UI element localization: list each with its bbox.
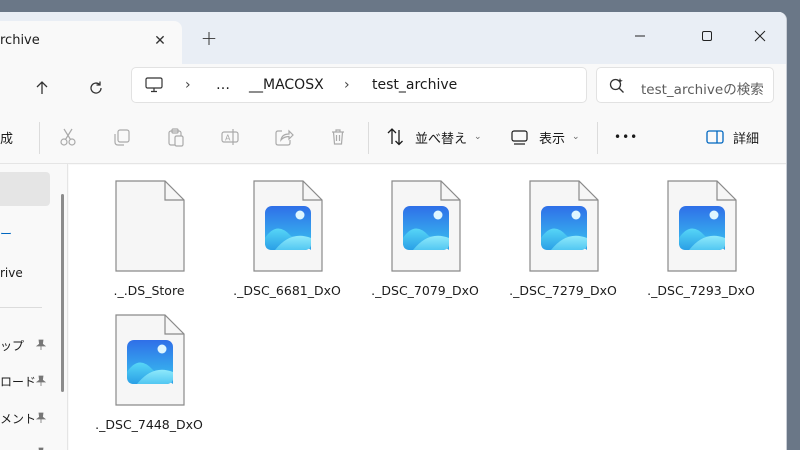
tab-title: rchive [0,33,40,48]
arrow-up-icon [36,81,48,94]
command-bar: 成 A 並べ替え ⌄ 表示 ⌄ ••• 詳細 [0,110,786,164]
cut-button[interactable] [58,123,78,151]
file-name: ._DSC_7079_DxO [371,283,479,298]
sort-button[interactable]: 並べ替え ⌄ [386,123,482,151]
computer-icon [145,77,163,93]
refresh-button[interactable] [80,72,112,104]
minimize-icon [635,35,645,37]
sidebar-item-desktop[interactable]: ップ [0,337,24,354]
pin-icon [35,412,47,423]
file-name: ._DSC_6681_DxO [233,283,341,298]
maximize-icon [702,31,712,41]
toolbar-divider [39,122,40,154]
file-name: ._DSC_7293_DxO [647,283,755,298]
file-icon [115,180,185,272]
file-item[interactable]: ._.DS_Store [80,165,218,299]
sidebar-item-archive[interactable]: rive [0,266,23,280]
rename-button[interactable]: A [220,123,240,151]
details-pane-icon [706,130,724,144]
image-file-icon [391,180,461,272]
pin-icon [35,339,47,350]
new-tab-button[interactable]: + [197,27,221,51]
file-item[interactable]: ._DSC_7293_DxO [632,165,770,299]
share-icon [275,129,294,146]
view-icon [511,130,528,145]
file-name: ._DSC_7279_DxO [509,283,617,298]
image-file-icon [253,180,323,272]
search-icon [609,78,624,93]
minimize-button[interactable] [617,20,663,52]
sidebar-item-pictures[interactable]: ャ [0,445,12,450]
breadcrumb-overflow[interactable]: … [216,77,230,93]
sidebar-item-selected[interactable] [0,172,50,206]
rename-icon: A [221,129,239,145]
delete-button[interactable] [328,123,348,151]
image-file-icon [667,180,737,272]
chevron-down-icon: ⌄ [474,132,482,142]
toolbar-divider [368,122,369,154]
paste-icon [168,128,184,147]
file-item[interactable]: ._DSC_7448_DxO [80,299,218,433]
sidebar-item-downloads[interactable]: ロード [0,373,36,390]
address-bar[interactable]: › … __MACOSX › test_archive [131,67,587,103]
navigation-pane: ー rive ップ ロード メント ャ [0,164,68,450]
pin-icon [35,375,47,386]
toolbar-divider [597,122,598,154]
breadcrumb-test-archive[interactable]: test_archive [372,77,457,93]
up-button[interactable] [26,72,58,104]
file-name: ._.DS_Store [113,283,185,298]
copy-button[interactable] [112,123,132,151]
close-window-button[interactable] [737,20,783,52]
refresh-icon [90,81,102,94]
sort-label: 並べ替え [415,131,468,147]
search-box[interactable]: test_archiveの検索 [596,67,774,103]
paste-button[interactable] [166,123,186,151]
sidebar-scrollbar[interactable] [61,194,64,392]
view-label: 表示 [539,131,566,147]
sidebar-divider [0,307,42,308]
file-item[interactable]: ._DSC_7279_DxO [494,165,632,299]
close-icon [754,30,766,42]
trash-icon [332,129,344,145]
chevron-down-icon: ⌄ [572,132,580,142]
copy-icon [114,129,130,146]
share-button[interactable] [274,123,294,151]
scissors-icon [60,128,76,146]
search-input[interactable]: test_archiveの検索 [641,78,764,98]
chevron-right-icon: › [344,77,350,93]
file-list: ._.DS_Store ._DSC_6681_DxO ._DSC_7079_Dx… [69,165,786,450]
chevron-right-icon: › [185,77,191,93]
svg-text:A: A [225,134,231,143]
sort-icon [387,128,403,146]
file-item[interactable]: ._DSC_7079_DxO [356,165,494,299]
maximize-button[interactable] [684,20,730,52]
image-file-icon [529,180,599,272]
file-item[interactable]: ._DSC_6681_DxO [218,165,356,299]
sidebar-item-documents[interactable]: メント [0,410,36,427]
sidebar-item-1[interactable]: ー [0,225,12,242]
tab-bar: rchive ✕ + [0,12,786,64]
details-label: 詳細 [733,131,760,147]
breadcrumb-macosx[interactable]: __MACOSX [249,77,324,93]
close-tab-icon[interactable]: ✕ [150,31,170,51]
more-options-button[interactable]: ••• [614,123,638,151]
image-file-icon [115,314,185,406]
tab-test-archive[interactable]: rchive ✕ [0,21,182,64]
file-explorer-window: rchive ✕ + › … __MACOSX › test_archive t… [0,12,787,450]
file-name: ._DSC_7448_DxO [95,417,203,432]
new-button[interactable]: 成 [0,123,13,151]
navigation-bar: › … __MACOSX › test_archive test_archive… [0,64,786,110]
details-pane-button[interactable]: 詳細 [705,123,759,151]
view-button[interactable]: 表示 ⌄ [510,123,580,151]
